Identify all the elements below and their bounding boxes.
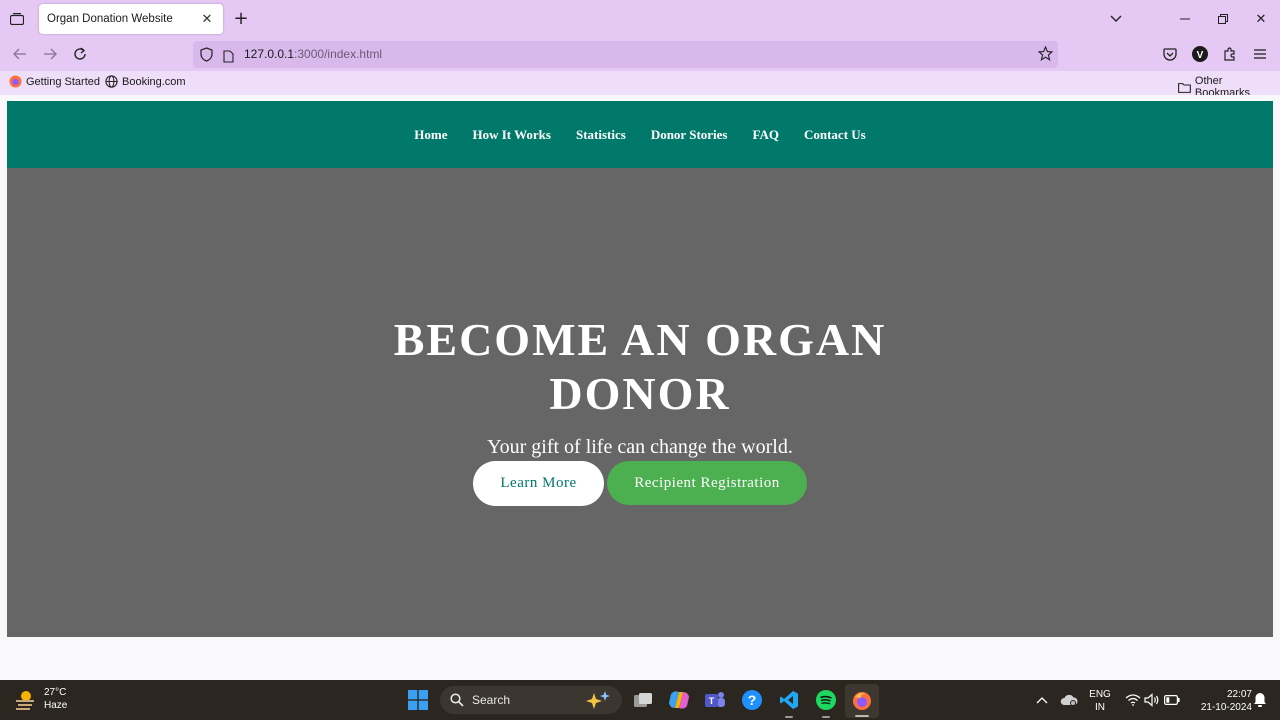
notifications-bell-icon[interactable] — [1248, 688, 1272, 712]
bookmarks-bar: Getting Started Booking.com Other Bookma… — [0, 71, 1280, 99]
vscode-icon[interactable] — [777, 688, 801, 718]
nav-faq[interactable]: FAQ — [753, 127, 779, 143]
restore-icon[interactable] — [1212, 8, 1234, 30]
folder-icon — [1178, 82, 1191, 93]
copilot-sparkle-icon — [586, 691, 610, 709]
forward-icon[interactable] — [39, 43, 61, 65]
copilot-icon[interactable] — [667, 688, 691, 712]
page-icon[interactable] — [223, 48, 234, 67]
hero-title: BECOME AN ORGAN DONOR — [393, 314, 887, 419]
spotify-icon[interactable] — [814, 688, 838, 718]
bookmark-getting-started[interactable]: Getting Started — [9, 75, 100, 88]
app-active-indicator — [855, 715, 869, 717]
svg-text:?: ? — [748, 692, 757, 708]
haze-weather-icon — [16, 691, 34, 710]
battery-icon[interactable] — [1160, 688, 1184, 712]
region-code: IN — [1095, 702, 1105, 713]
list-all-tabs-icon[interactable] — [1105, 8, 1127, 30]
url-text[interactable]: 127.0.0.1:3000/index.html — [244, 47, 382, 61]
tab-title: Organ Donation Website — [47, 13, 173, 25]
bookmark-booking[interactable]: Booking.com — [105, 75, 186, 88]
show-hidden-icons[interactable] — [1030, 688, 1054, 712]
url-host: 127.0.0.1 — [244, 47, 295, 61]
bookmark-label: Booking.com — [122, 75, 186, 88]
address-bar[interactable]: 127.0.0.1:3000/index.html — [193, 41, 1058, 68]
language-code: ENG — [1089, 689, 1111, 700]
nav-statistics[interactable]: Statistics — [576, 127, 626, 143]
tab-list-icon[interactable] — [6, 8, 28, 30]
firefox-icon — [9, 75, 22, 88]
taskbar-search[interactable]: Search — [440, 686, 622, 714]
weather-condition: Haze — [44, 700, 68, 711]
weather-temperature: 27°C — [44, 687, 67, 698]
search-icon — [450, 693, 464, 707]
pocket-icon[interactable] — [1159, 43, 1181, 65]
nav-contact-us[interactable]: Contact Us — [804, 127, 866, 143]
globe-icon — [105, 75, 118, 88]
app-running-indicator — [822, 716, 830, 718]
app-running-indicator — [785, 716, 793, 718]
nav-donor-stories[interactable]: Donor Stories — [651, 127, 728, 143]
windows-taskbar: 27°C Haze Search T ? ENG IN 22:07 21-10-… — [0, 680, 1280, 720]
minimize-icon[interactable] — [1174, 8, 1196, 30]
svg-text:V: V — [1197, 50, 1204, 61]
learn-more-button[interactable]: Learn More — [473, 461, 604, 506]
language-indicator[interactable]: ENG IN — [1088, 688, 1112, 714]
windows-start-icon[interactable] — [406, 688, 430, 712]
svg-text:T: T — [709, 696, 715, 706]
reload-icon[interactable] — [69, 43, 91, 65]
hero-section: BECOME AN ORGAN DONOR Your gift of life … — [7, 168, 1273, 637]
search-placeholder: Search — [472, 693, 511, 707]
bookmark-label: Getting Started — [26, 75, 100, 88]
clock[interactable]: 22:07 21-10-2024 — [1186, 688, 1252, 714]
firefox-taskbar-icon[interactable] — [845, 684, 879, 718]
hero-subtitle: Your gift of life can change the world. — [487, 436, 793, 458]
onedrive-icon[interactable] — [1057, 688, 1081, 712]
extensions-icon[interactable] — [1219, 43, 1241, 65]
new-tab-icon[interactable]: + — [231, 8, 251, 29]
recipient-registration-button[interactable]: Recipient Registration — [607, 461, 807, 505]
close-tab-icon[interactable]: ✕ — [199, 11, 215, 27]
back-icon[interactable] — [9, 43, 31, 65]
web-page: Home How It Works Statistics Donor Stori… — [0, 95, 1280, 680]
shield-icon[interactable] — [200, 47, 213, 66]
browser-toolbar: 127.0.0.1:3000/index.html V — [0, 37, 1280, 71]
site-navigation: Home How It Works Statistics Donor Stori… — [7, 101, 1273, 168]
account-avatar-icon[interactable]: V — [1189, 43, 1211, 65]
menu-icon[interactable] — [1249, 43, 1271, 65]
url-path: :3000/index.html — [294, 47, 383, 61]
weather-widget[interactable]: 27°C Haze — [14, 686, 67, 712]
help-icon[interactable]: ? — [740, 688, 764, 712]
browser-tab[interactable]: Organ Donation Website ✕ — [39, 4, 223, 34]
bookmark-star-icon[interactable] — [1037, 45, 1054, 65]
teams-icon[interactable]: T — [703, 688, 727, 712]
task-view-icon[interactable] — [631, 688, 655, 712]
clock-time: 22:07 — [1226, 689, 1252, 700]
clock-date: 21-10-2024 — [1200, 702, 1252, 713]
nav-how-it-works[interactable]: How It Works — [472, 127, 551, 143]
close-window-icon[interactable]: ✕ — [1250, 8, 1272, 30]
nav-home[interactable]: Home — [414, 127, 447, 143]
browser-tab-bar: Organ Donation Website ✕ + ✕ — [0, 0, 1280, 37]
